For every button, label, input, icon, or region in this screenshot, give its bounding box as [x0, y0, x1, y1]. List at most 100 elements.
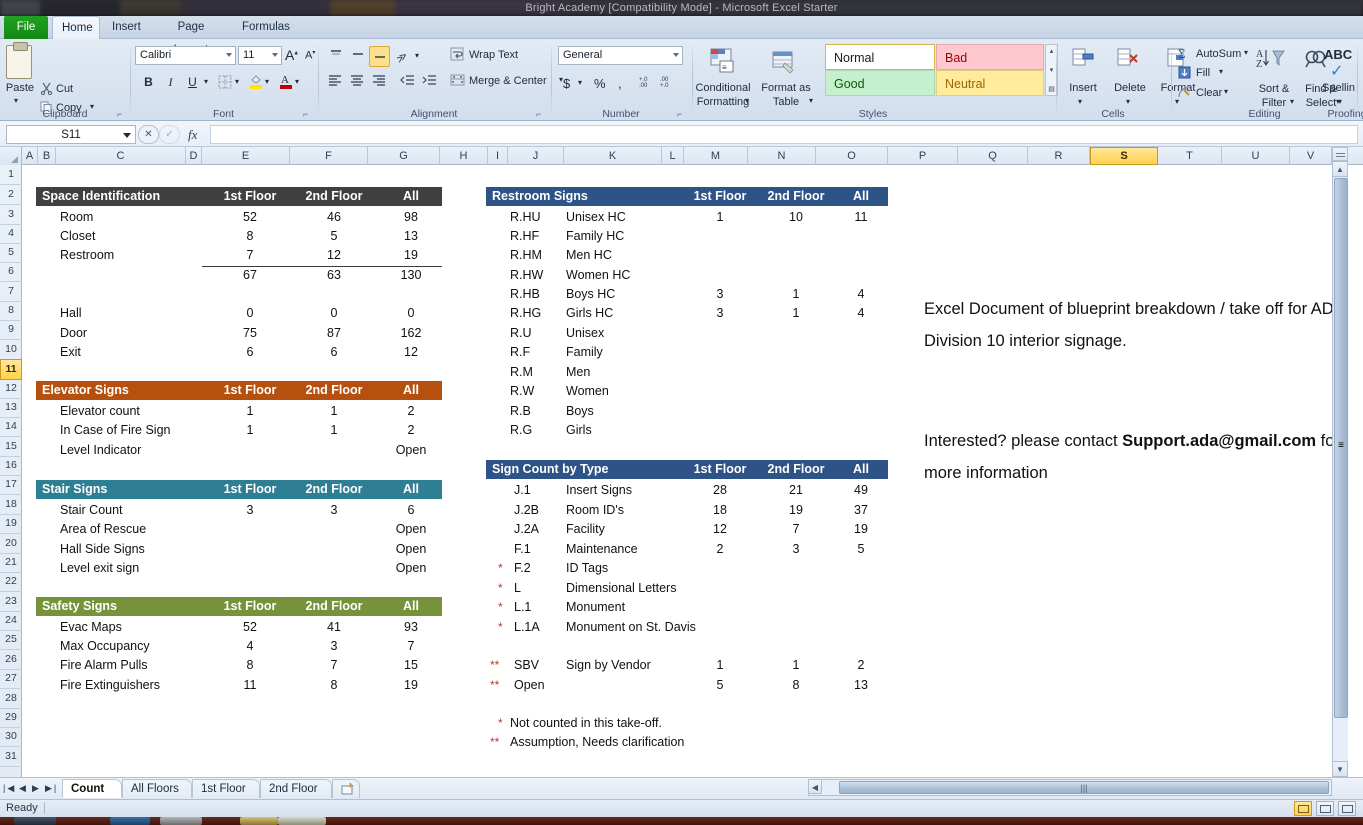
currency-dropdown-icon[interactable]: ▾	[578, 78, 582, 87]
font-family-combo[interactable]: Calibri	[135, 46, 236, 65]
row-header-3[interactable]: 3	[0, 205, 22, 225]
sort-filter-label-1[interactable]: Sort &	[1252, 83, 1296, 95]
row-header-16[interactable]: 16	[0, 456, 22, 476]
underline-button[interactable]: U	[182, 72, 203, 93]
row-header-21[interactable]: 21	[0, 553, 22, 573]
align-center-icon[interactable]	[347, 72, 368, 93]
cell-style-normal[interactable]: Normal	[825, 44, 935, 70]
scroll-down-icon[interactable]: ▼	[1332, 761, 1348, 777]
fill-label[interactable]: Fill	[1196, 67, 1210, 79]
font-dialog-launcher[interactable]: ⌐	[303, 110, 312, 119]
bold-button[interactable]: B	[138, 72, 159, 93]
col-header-G[interactable]: G	[368, 147, 440, 165]
vertical-scroll-thumb[interactable]	[1334, 178, 1348, 718]
horizontal-scroll-thumb[interactable]: |||	[839, 781, 1329, 794]
tab-file[interactable]: File	[4, 16, 48, 39]
number-format-combo[interactable]: General	[558, 46, 683, 65]
autosum-icon[interactable]: Σ	[1178, 46, 1186, 62]
italic-button[interactable]: I	[160, 72, 181, 93]
row-header-29[interactable]: 29	[0, 708, 22, 728]
view-page-break-button[interactable]	[1338, 801, 1356, 816]
format-as-table-label-2[interactable]: Table	[755, 96, 817, 108]
row-header-20[interactable]: 20	[0, 534, 22, 554]
paste-label[interactable]: Paste	[0, 82, 40, 94]
percent-icon[interactable]: %	[594, 76, 606, 91]
name-box[interactable]: S11	[6, 125, 136, 144]
conditional-formatting-label-2[interactable]: Formatting	[693, 96, 753, 108]
row-header-12[interactable]: 12	[0, 379, 22, 399]
worksheet-grid[interactable]: Space Identification 1st Floor 2nd Floor…	[22, 165, 1332, 777]
fill-icon[interactable]	[1178, 66, 1191, 79]
view-normal-button[interactable]	[1294, 801, 1312, 816]
row-header-30[interactable]: 30	[0, 727, 22, 747]
increase-decimal-icon[interactable]: +.0.00	[639, 75, 652, 89]
scroll-up-icon[interactable]: ▲	[1332, 161, 1348, 177]
row-header-23[interactable]: 23	[0, 592, 22, 612]
row-header-15[interactable]: 15	[0, 437, 22, 457]
align-right-icon[interactable]	[369, 72, 390, 93]
row-header-26[interactable]: 26	[0, 650, 22, 670]
horizontal-scrollbar[interactable]: ◀ |||	[808, 779, 1332, 796]
alignment-dialog-launcher[interactable]: ⌐	[536, 110, 545, 119]
fill-dropdown-icon[interactable]: ▾	[1219, 67, 1223, 76]
row-header-1[interactable]: 1	[0, 165, 22, 185]
row-header-22[interactable]: 22	[0, 572, 22, 592]
autosum-label[interactable]: AutoSum	[1196, 48, 1241, 60]
row-header-14[interactable]: 14	[0, 417, 22, 437]
cell-style-neutral[interactable]: Neutral	[936, 70, 1044, 96]
clear-icon[interactable]	[1178, 86, 1191, 99]
row-header-9[interactable]: 9	[0, 320, 22, 340]
format-as-table-dropdown-icon[interactable]: ▾	[809, 96, 813, 105]
tab-formulas[interactable]: Formulas	[233, 16, 295, 39]
comma-icon[interactable]: ,	[618, 76, 622, 91]
number-dialog-launcher[interactable]: ⌐	[677, 110, 686, 119]
paste-icon[interactable]	[6, 42, 32, 79]
align-middle-icon[interactable]	[347, 46, 368, 67]
col-header-D[interactable]: D	[186, 147, 202, 165]
col-header-P[interactable]: P	[888, 147, 958, 165]
row-header-5[interactable]: 5	[0, 243, 22, 263]
col-header-A[interactable]: A	[22, 147, 38, 165]
col-header-M[interactable]: M	[684, 147, 748, 165]
fill-color-icon[interactable]	[249, 73, 262, 89]
cell-style-good[interactable]: Good	[825, 70, 935, 96]
delete-label[interactable]: Delete	[1103, 82, 1157, 94]
row-header-8[interactable]: 8	[0, 301, 22, 321]
tab-page-layout[interactable]: Page Layout	[152, 16, 230, 56]
font-size-combo[interactable]: 11	[238, 46, 282, 65]
enter-formula-icon[interactable]: ✓	[159, 125, 180, 144]
row-header-13[interactable]: 13	[0, 398, 22, 418]
delete-dropdown-icon[interactable]: ▾	[1126, 97, 1130, 106]
increase-font-size-icon[interactable]: A▴	[285, 47, 298, 63]
col-header-O[interactable]: O	[816, 147, 888, 165]
sheet-tab-count[interactable]: Count	[62, 779, 122, 798]
orientation-dropdown-icon[interactable]: ▾	[415, 51, 419, 60]
underline-dropdown-icon[interactable]: ▾	[204, 77, 208, 86]
borders-dropdown-icon[interactable]: ▾	[235, 77, 239, 86]
vertical-scrollbar[interactable]: ▲ ▼	[1332, 161, 1348, 777]
sheet-tab-2nd-floor[interactable]: 2nd Floor	[260, 779, 332, 798]
chevron-down-icon[interactable]	[673, 53, 679, 57]
name-box-chevron-down-icon[interactable]	[123, 133, 131, 138]
col-header-F[interactable]: F	[290, 147, 368, 165]
borders-icon[interactable]	[218, 75, 232, 89]
clipboard-dialog-launcher[interactable]: ⌐	[117, 110, 126, 119]
col-header-S[interactable]: S	[1090, 147, 1158, 165]
row-header-19[interactable]: 19	[0, 514, 22, 534]
cut-icon[interactable]	[40, 82, 53, 96]
align-top-icon[interactable]	[325, 46, 346, 67]
clear-dropdown-icon[interactable]: ▾	[1224, 87, 1228, 96]
sort-filter-icon[interactable]: AZ	[1256, 47, 1286, 73]
increase-indent-icon[interactable]	[419, 72, 440, 93]
row-header-6[interactable]: 6	[0, 262, 22, 282]
chevron-down-icon[interactable]	[226, 53, 232, 57]
insert-dropdown-icon[interactable]: ▾	[1078, 97, 1082, 106]
row-header-31[interactable]: 31	[0, 747, 22, 767]
col-header-T[interactable]: T	[1158, 147, 1222, 165]
merge-center-label[interactable]: Merge & Center	[469, 75, 547, 87]
cut-label[interactable]: Cut	[56, 83, 73, 95]
col-header-V[interactable]: V	[1290, 147, 1332, 165]
tab-home[interactable]: Home	[52, 16, 100, 39]
prev-sheet-icon[interactable]: ◀	[19, 780, 28, 796]
spelling-dropdown-icon[interactable]: ▾	[1336, 97, 1340, 106]
